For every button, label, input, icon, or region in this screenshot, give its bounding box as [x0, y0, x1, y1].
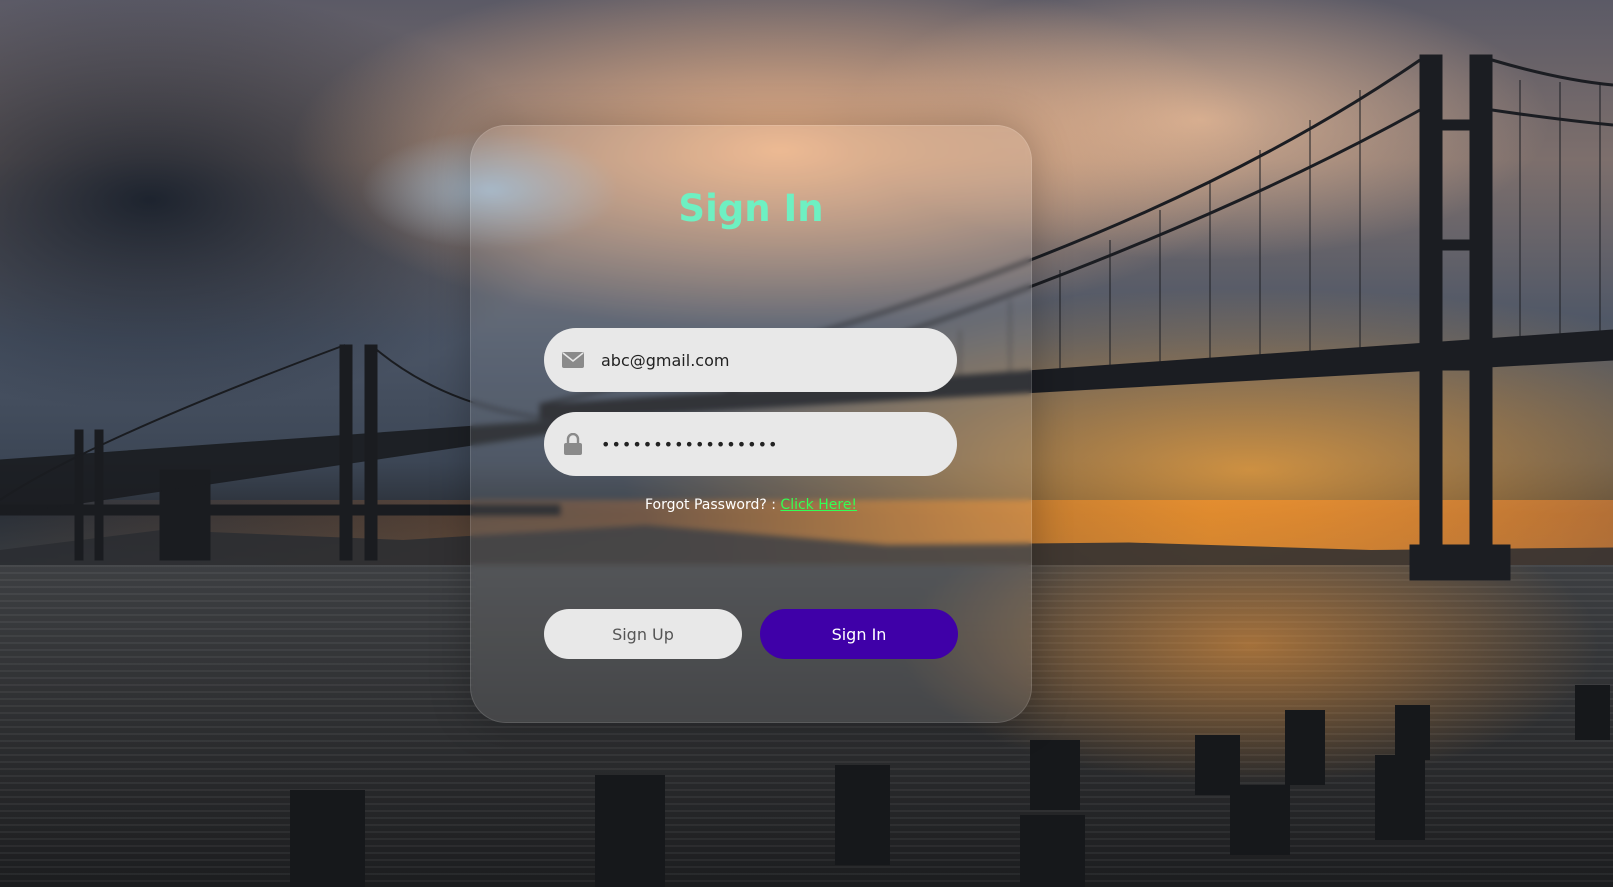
password-value[interactable]: •••••••••••••••••	[601, 435, 778, 454]
password-field[interactable]: •••••••••••••••••	[544, 412, 957, 476]
forgot-password-row: Forgot Password? : Click Here!	[470, 497, 1032, 513]
envelope-icon	[562, 349, 584, 371]
page-title: Sign In	[678, 187, 824, 230]
email-field[interactable]: abc@gmail.com	[544, 328, 957, 392]
sign-in-card: Sign In abc@gmail.com ••••••••••••••••• …	[470, 125, 1032, 723]
sign-in-button[interactable]: Sign In	[760, 609, 958, 659]
forgot-password-link[interactable]: Click Here!	[780, 497, 857, 513]
sign-up-button[interactable]: Sign Up	[544, 609, 742, 659]
forgot-password-label: Forgot Password? :	[644, 497, 781, 513]
lock-icon	[562, 433, 584, 455]
email-value[interactable]: abc@gmail.com	[601, 351, 729, 370]
background-scene: Sign In abc@gmail.com ••••••••••••••••• …	[0, 0, 1613, 887]
